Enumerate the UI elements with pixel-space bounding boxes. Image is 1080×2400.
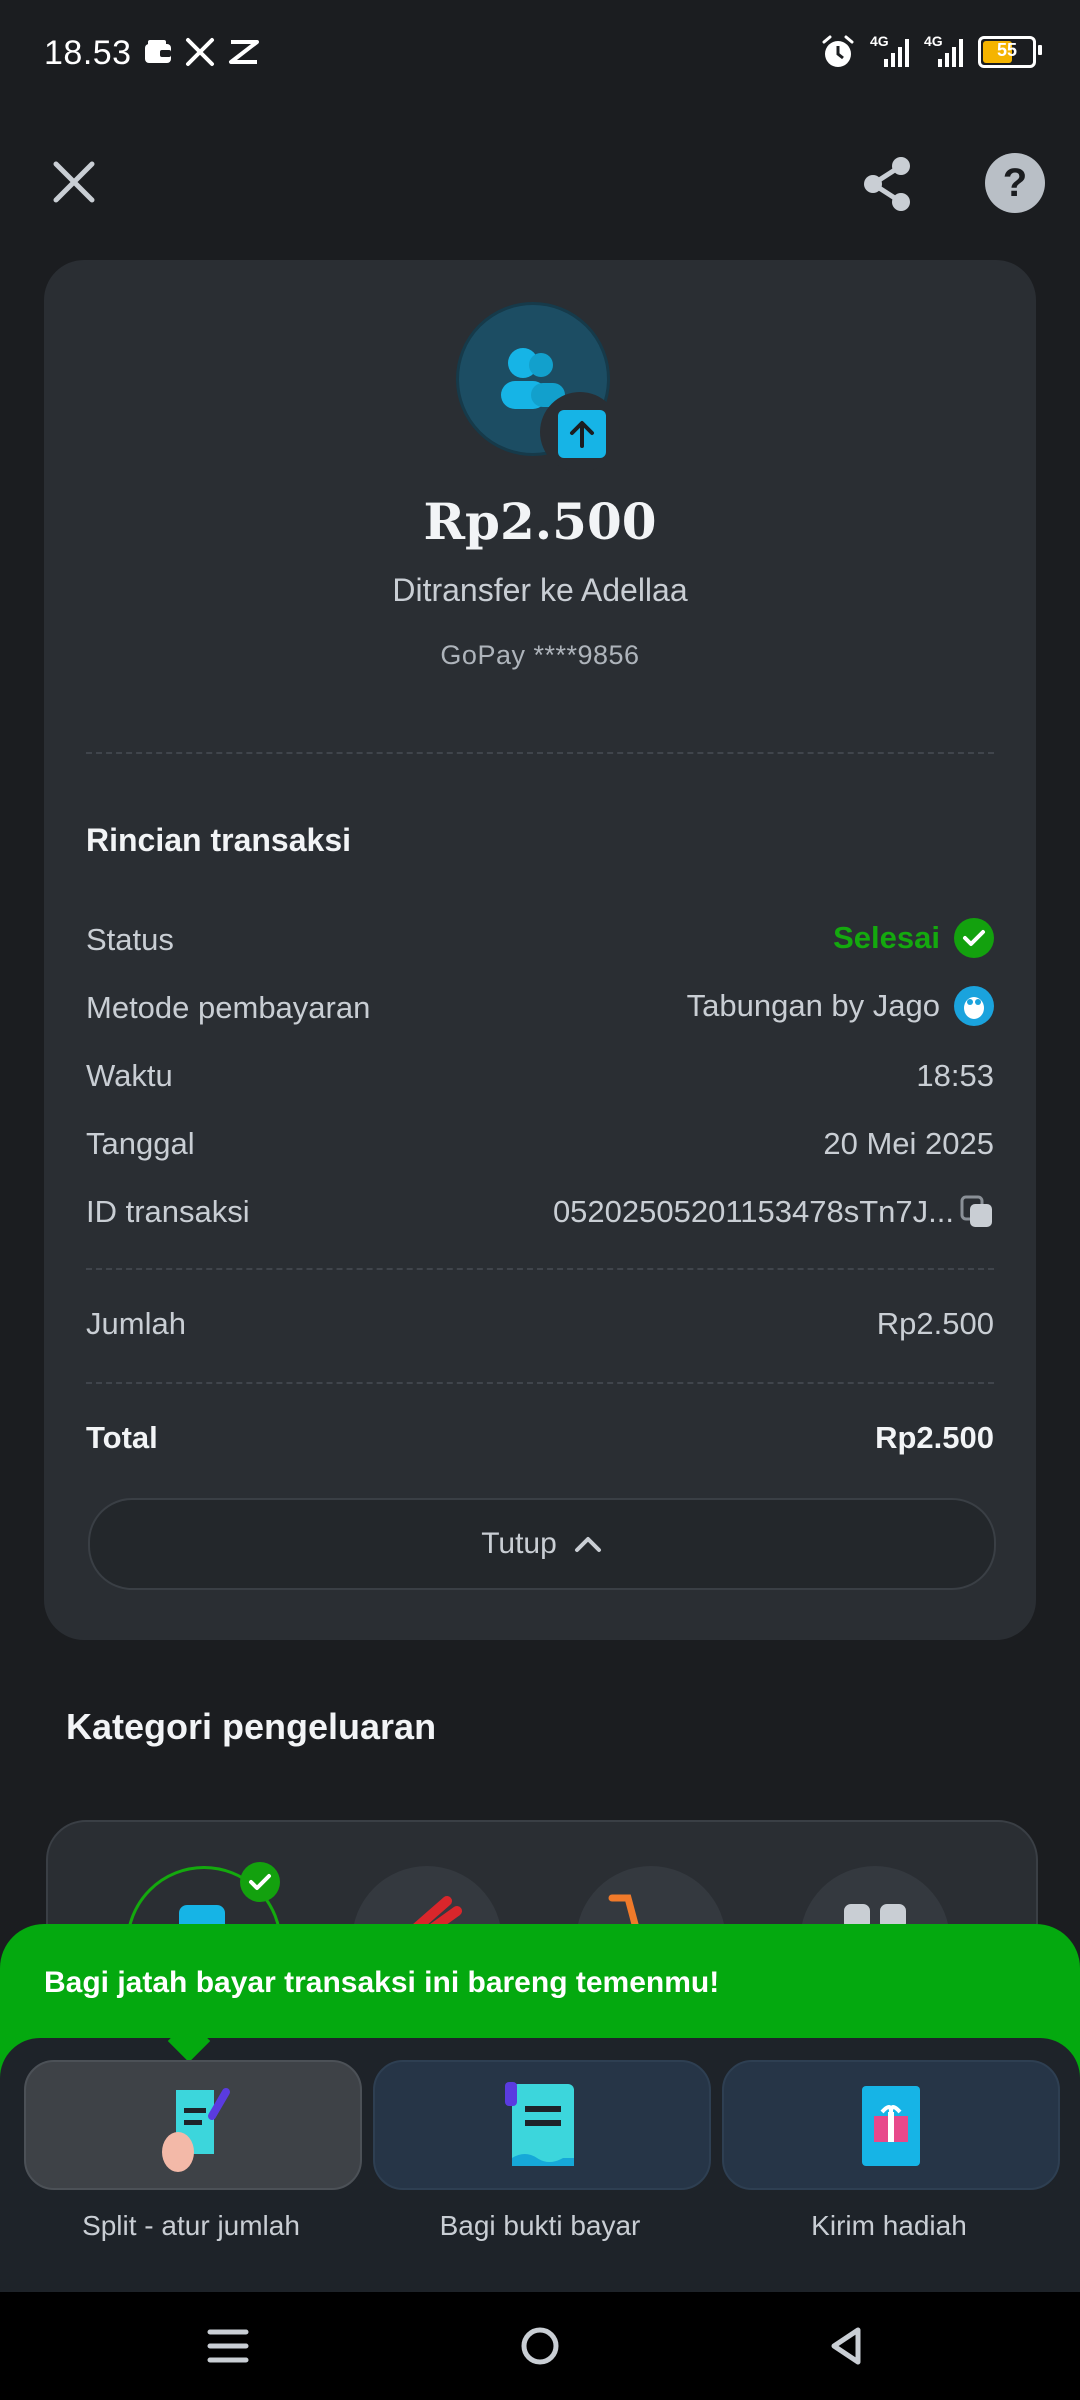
divider — [86, 752, 994, 754]
back-icon[interactable] — [826, 2324, 870, 2368]
status-label: Status — [86, 922, 174, 957]
transaction-id-value: 05202505201153478sTn7J... — [552, 1194, 954, 1229]
payment-method-value: Tabungan by Jago — [686, 988, 940, 1023]
battery-icon: 55 — [978, 36, 1042, 68]
close-icon — [53, 161, 95, 203]
time-label: Waktu — [86, 1058, 173, 1093]
share-button[interactable] — [855, 152, 919, 216]
share-icon — [864, 157, 910, 211]
selected-check-icon — [240, 1862, 280, 1902]
status-bar: 18.53 4G 4G 55 — [0, 0, 1080, 110]
alarm-icon — [822, 35, 854, 67]
transfer-recipient: Ditransfer ke Adellaa — [392, 572, 688, 608]
system-nav-bar — [0, 2292, 1080, 2400]
signal-4g-icon: 4G — [870, 33, 910, 69]
time-value: 18:53 — [916, 1058, 994, 1093]
amount-value: Rp2.500 — [876, 1306, 994, 1341]
split-amount-label: Split - atur jumlah — [82, 2210, 300, 2241]
transfer-out-badge — [540, 392, 620, 472]
transaction-id-value-wrap: 05202505201153478sTn7J... — [553, 1194, 994, 1230]
send-gift-option[interactable] — [722, 2060, 1060, 2190]
capcut-icon — [229, 40, 259, 64]
status-value: Selesai — [833, 920, 940, 955]
status-time: 18.53 — [44, 34, 132, 72]
split-banner-text: Bagi jatah bayar transaksi ini bareng te… — [44, 1966, 720, 1999]
transaction-id-label: ID transaksi — [86, 1194, 250, 1229]
arrow-up-icon — [570, 421, 594, 448]
chevron-up-icon — [574, 1537, 601, 1552]
home-icon[interactable] — [518, 2324, 562, 2368]
gift-icon — [862, 2086, 920, 2166]
date-label: Tanggal — [86, 1126, 195, 1161]
total-value: Rp2.500 — [875, 1420, 994, 1455]
collapse-label: Tutup — [481, 1527, 557, 1560]
amount-label: Jumlah — [86, 1306, 186, 1341]
share-proof-option[interactable] — [373, 2060, 711, 2190]
source-account: GoPay ****9856 — [440, 640, 640, 670]
status-right: 4G 4G 55 — [820, 32, 1042, 72]
transaction-amount: Rp2.500 — [423, 492, 657, 551]
divider — [86, 1268, 994, 1270]
payment-method-value-wrap: Tabungan by Jago — [687, 986, 994, 1026]
category-title: Kategori pengeluaran — [66, 1706, 437, 1747]
divider — [86, 1382, 994, 1384]
jago-icon — [954, 986, 994, 1026]
receipt-icon — [505, 2082, 574, 2166]
collapse-details-button[interactable]: Tutup — [88, 1498, 996, 1590]
help-icon: ? — [1002, 161, 1028, 205]
status-value-wrap: Selesai — [833, 918, 994, 958]
send-gift-label: Kirim hadiah — [811, 2210, 967, 2241]
share-proof-label: Bagi bukti bayar — [439, 2210, 641, 2241]
recent-apps-icon[interactable] — [206, 2324, 250, 2368]
date-value: 20 Mei 2025 — [823, 1126, 994, 1161]
check-icon — [954, 918, 994, 958]
split-receipt-icon — [162, 2088, 230, 2172]
signal-4g-icon: 4G — [924, 33, 964, 69]
close-button[interactable] — [44, 152, 104, 212]
total-label: Total — [86, 1420, 158, 1455]
x-icon — [186, 38, 214, 66]
details-title: Rincian transaksi — [86, 822, 351, 858]
copy-icon[interactable] — [960, 1195, 994, 1229]
help-button[interactable]: ? — [985, 153, 1045, 213]
payment-method-label: Metode pembayaran — [86, 990, 371, 1025]
wallet-icon — [145, 40, 171, 63]
split-amount-option[interactable] — [24, 2060, 362, 2190]
